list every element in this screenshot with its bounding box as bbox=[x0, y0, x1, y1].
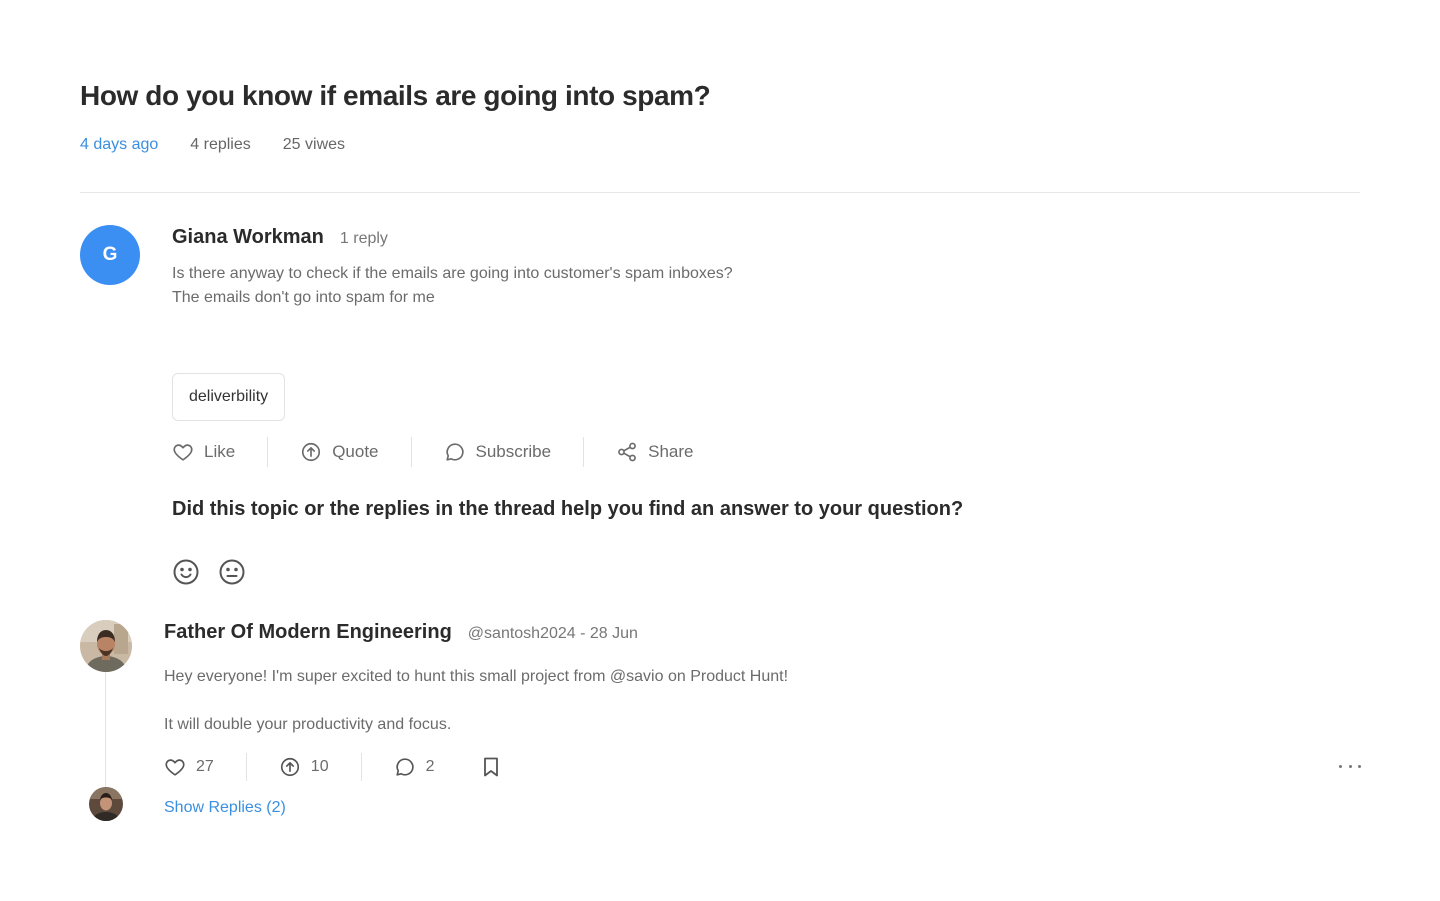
avatar[interactable] bbox=[89, 787, 123, 821]
topic-title: How do you know if emails are going into… bbox=[80, 80, 711, 111]
quote-label: Quote bbox=[332, 442, 379, 461]
reply-author-row: Father Of Modern Engineering @santosh202… bbox=[164, 621, 638, 644]
more-dot bbox=[1348, 764, 1352, 768]
post-author-row: Giana Workman 1 reply bbox=[172, 226, 388, 249]
action-separator bbox=[267, 437, 269, 467]
share-button[interactable]: Share bbox=[616, 441, 693, 463]
action-separator bbox=[360, 753, 362, 781]
neutral-face-icon[interactable] bbox=[218, 558, 246, 586]
tag-chip[interactable]: deliverbility bbox=[172, 373, 286, 421]
heart-icon bbox=[165, 759, 185, 776]
avatar[interactable] bbox=[80, 620, 132, 672]
bookmark-icon[interactable] bbox=[479, 755, 503, 779]
avatar-initial: G bbox=[102, 244, 118, 265]
reply-body: Hey everyone! I'm super excited to hunt … bbox=[164, 665, 788, 737]
post-author-name[interactable]: Giana Workman bbox=[172, 226, 324, 249]
post-body-line: Is there anyway to check if the emails a… bbox=[172, 265, 733, 282]
like-button[interactable]: Like bbox=[172, 441, 235, 463]
more-dot bbox=[1358, 764, 1361, 768]
reply-handle-date: @santosh2024 - 28 Jun bbox=[467, 625, 638, 642]
quote-button[interactable]: Quote bbox=[300, 441, 379, 463]
reply-actions: 27 10 2 bbox=[164, 752, 503, 782]
reply-upvote-count: 10 bbox=[310, 758, 329, 775]
feedback-question: Did this topic or the replies in the thr… bbox=[172, 498, 964, 520]
action-separator bbox=[410, 437, 412, 467]
heart-icon bbox=[173, 444, 193, 461]
avatar[interactable]: G bbox=[80, 225, 140, 285]
reply-like-button[interactable]: 27 bbox=[164, 756, 214, 778]
action-separator bbox=[583, 437, 585, 467]
more-options-icon[interactable] bbox=[1339, 756, 1361, 776]
reply-comment-count: 2 bbox=[425, 758, 435, 775]
tag-label: deliverbility bbox=[189, 388, 269, 405]
chat-bubble-icon bbox=[445, 443, 464, 461]
subscribe-button[interactable]: Subscribe bbox=[444, 441, 552, 463]
topic-views-count: 25 viwes bbox=[282, 136, 346, 153]
subscribe-label: Subscribe bbox=[475, 442, 552, 461]
header-divider bbox=[80, 192, 1360, 193]
post-reply-count: 1 reply bbox=[339, 230, 388, 247]
more-dot bbox=[1339, 764, 1342, 768]
post-body-line: The emails don't go into spam for me bbox=[172, 289, 435, 306]
smile-face-icon[interactable] bbox=[172, 558, 200, 586]
action-separator bbox=[245, 753, 247, 781]
share-icon bbox=[618, 442, 637, 462]
person-photo-icon bbox=[80, 620, 132, 672]
reply-author-name[interactable]: Father Of Modern Engineering bbox=[164, 621, 452, 644]
reply-upvote-button[interactable]: 10 bbox=[279, 756, 329, 778]
person-photo-icon bbox=[89, 787, 123, 821]
reply-paragraph: Hey everyone! I'm super excited to hunt … bbox=[164, 668, 789, 685]
like-label: Like bbox=[204, 442, 236, 461]
reply-like-count: 27 bbox=[196, 758, 214, 775]
arrow-up-circle-icon bbox=[280, 757, 299, 777]
arrow-up-circle-icon bbox=[302, 442, 321, 462]
post-body: Is there anyway to check if the emails a… bbox=[172, 262, 733, 310]
thread-line bbox=[105, 672, 106, 788]
show-replies-link[interactable]: Show Replies (2) bbox=[164, 799, 286, 817]
chat-bubble-icon bbox=[395, 758, 414, 776]
reply-comment-button[interactable]: 2 bbox=[394, 756, 435, 778]
share-label: Share bbox=[648, 442, 694, 461]
post-actions: Like Quote Subscribe Share bbox=[172, 436, 693, 468]
feedback-options bbox=[172, 558, 246, 586]
topic-meta: 4 days ago 4 replies 25 viwes bbox=[80, 136, 345, 154]
topic-page: How do you know if emails are going into… bbox=[0, 0, 1440, 901]
topic-replies-count: 4 replies bbox=[190, 136, 251, 153]
reply-paragraph: It will double your productivity and foc… bbox=[164, 716, 452, 733]
topic-time-ago[interactable]: 4 days ago bbox=[80, 136, 158, 154]
